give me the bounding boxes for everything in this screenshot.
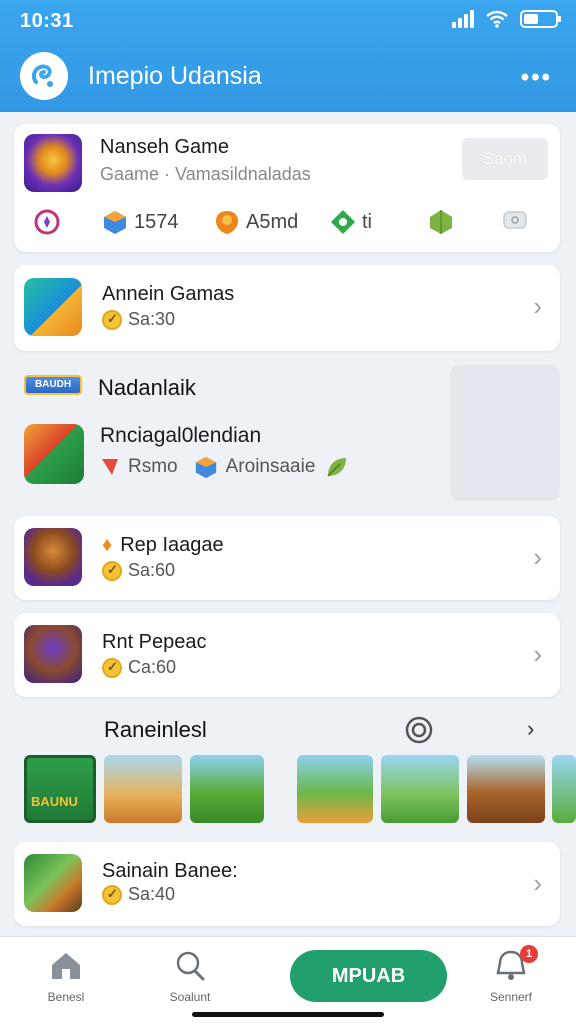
chevron-right-icon[interactable]: › (533, 291, 542, 322)
shield-icon (216, 211, 238, 234)
flag-icon (102, 459, 118, 475)
cube-stat[interactable]: 1574 (102, 209, 179, 235)
leaf-stat[interactable] (428, 209, 460, 235)
target-icon[interactable] (405, 716, 433, 744)
top-app-bar: 10:31 Imepio Udansia ••• (0, 0, 576, 112)
gem-stat-value: ti (362, 210, 372, 233)
featured-thumbnail[interactable] (24, 424, 84, 484)
list-item[interactable]: Rnt Pepeac Ca:60 › (14, 613, 560, 697)
list-item-title: Sainain Banee: (102, 860, 238, 882)
chevron-right-icon[interactable]: › (533, 868, 542, 899)
shield-stat-value: A5md (246, 210, 299, 233)
stats-row: 1574 A5md ti (34, 204, 544, 240)
cube-icon (104, 211, 126, 234)
flame-icon: ♦ (102, 534, 113, 556)
nav-home[interactable]: Benesl (21, 949, 111, 1004)
strip-thumb[interactable] (297, 755, 373, 823)
more-options-button[interactable]: ••• (521, 64, 552, 92)
nav-profile[interactable]: 1 Sennerf (466, 945, 556, 1004)
home-icon (52, 953, 80, 979)
list-item-title: Annein Gamas (102, 283, 235, 305)
strip-thumb[interactable] (467, 755, 545, 823)
wifi-icon (486, 10, 508, 28)
battery-icon (520, 10, 561, 28)
coin-icon (102, 310, 122, 331)
cube-stat-value: 1574 (134, 210, 179, 233)
strip-thumb-label: BAUNU (31, 794, 78, 809)
chevron-right-icon[interactable]: › (533, 542, 542, 573)
list-item[interactable]: Annein Gamas Sa:30 › (14, 265, 560, 351)
coin-icon (102, 885, 122, 906)
compass-icon (34, 209, 60, 235)
search-icon (176, 951, 205, 981)
strip-thumb[interactable] (552, 755, 576, 823)
game-thumbnail (24, 278, 82, 336)
signal-icon (452, 10, 474, 28)
nav-home-label: Benesl (47, 990, 85, 1004)
coin-icon (102, 561, 122, 582)
strip-section-title: Raneinlesl (104, 717, 207, 742)
leaf-icon (327, 458, 347, 477)
list-item-title: ♦ Rep Iaagae (102, 534, 224, 556)
chevron-right-icon[interactable]: › (527, 716, 534, 742)
nav-search-label: Soalunt (169, 990, 211, 1004)
game-subtitle: Gaame · Vamasildnaladas (100, 164, 311, 184)
section-title: Nadanlaik (98, 375, 196, 400)
nav-profile-label: Sennerf (489, 990, 533, 1004)
game-thumbnail (24, 134, 82, 192)
compass-stat[interactable] (34, 209, 66, 235)
featured-game-card[interactable]: Nanseh Game Gaame · Vamasildnaladas Saom… (14, 124, 560, 252)
gem-icon (331, 210, 355, 234)
list-item-score: Ca:60 (102, 657, 176, 679)
featured-tags: Rsmo Aroinsaaie (98, 455, 349, 479)
game-thumbnail (24, 528, 82, 586)
cube-icon (195, 456, 216, 479)
bottom-navigation: Benesl Soalunt MPUAB 1 Sennerf (0, 936, 576, 1024)
list-item[interactable]: Sainain Banee: Sa:40 › (14, 842, 560, 926)
chat-stat[interactable] (502, 209, 534, 235)
strip-thumb[interactable] (190, 755, 264, 823)
status-icons (452, 10, 561, 28)
app-title: Imepio Udansia (88, 62, 262, 90)
featured-tag-1: Rsmo (128, 456, 178, 477)
notification-badge: 1 (520, 945, 538, 963)
status-time: 10:31 (20, 10, 74, 32)
list-item[interactable]: ♦Rep Iaagae Sa:60 › (14, 516, 560, 600)
section-badge: BAUDH (24, 375, 82, 395)
home-indicator (192, 1012, 384, 1017)
featured-title[interactable]: Rnciagal0lendian (100, 424, 261, 448)
chevron-right-icon[interactable]: › (533, 639, 542, 670)
game-thumbnail (24, 854, 82, 912)
strip-thumb[interactable] (381, 755, 459, 823)
save-button[interactable]: Saom (462, 138, 548, 180)
game-thumbnail (24, 625, 82, 683)
strip-thumb[interactable]: BAUNU (24, 755, 96, 823)
chat-icon (503, 211, 527, 233)
list-item-score: Sa:30 (102, 309, 175, 331)
app-logo-icon[interactable] (20, 52, 68, 100)
list-item-score: Sa:40 (102, 884, 175, 906)
gem-stat[interactable]: ti (330, 209, 372, 235)
featured-tag-2: Aroinsaaie (225, 456, 316, 477)
strip-thumb[interactable] (104, 755, 182, 823)
list-item-title: Rnt Pepeac (102, 631, 207, 653)
featured-image-placeholder (450, 365, 560, 501)
game-title: Nanseh Game (100, 136, 229, 158)
shield-stat[interactable]: A5md (214, 209, 298, 235)
list-item-score: Sa:60 (102, 560, 175, 582)
primary-action-button[interactable]: MPUAB (290, 950, 447, 1002)
nav-search[interactable]: Soalunt (145, 949, 235, 1004)
coin-icon (102, 658, 122, 679)
leaf-icon (430, 210, 452, 234)
